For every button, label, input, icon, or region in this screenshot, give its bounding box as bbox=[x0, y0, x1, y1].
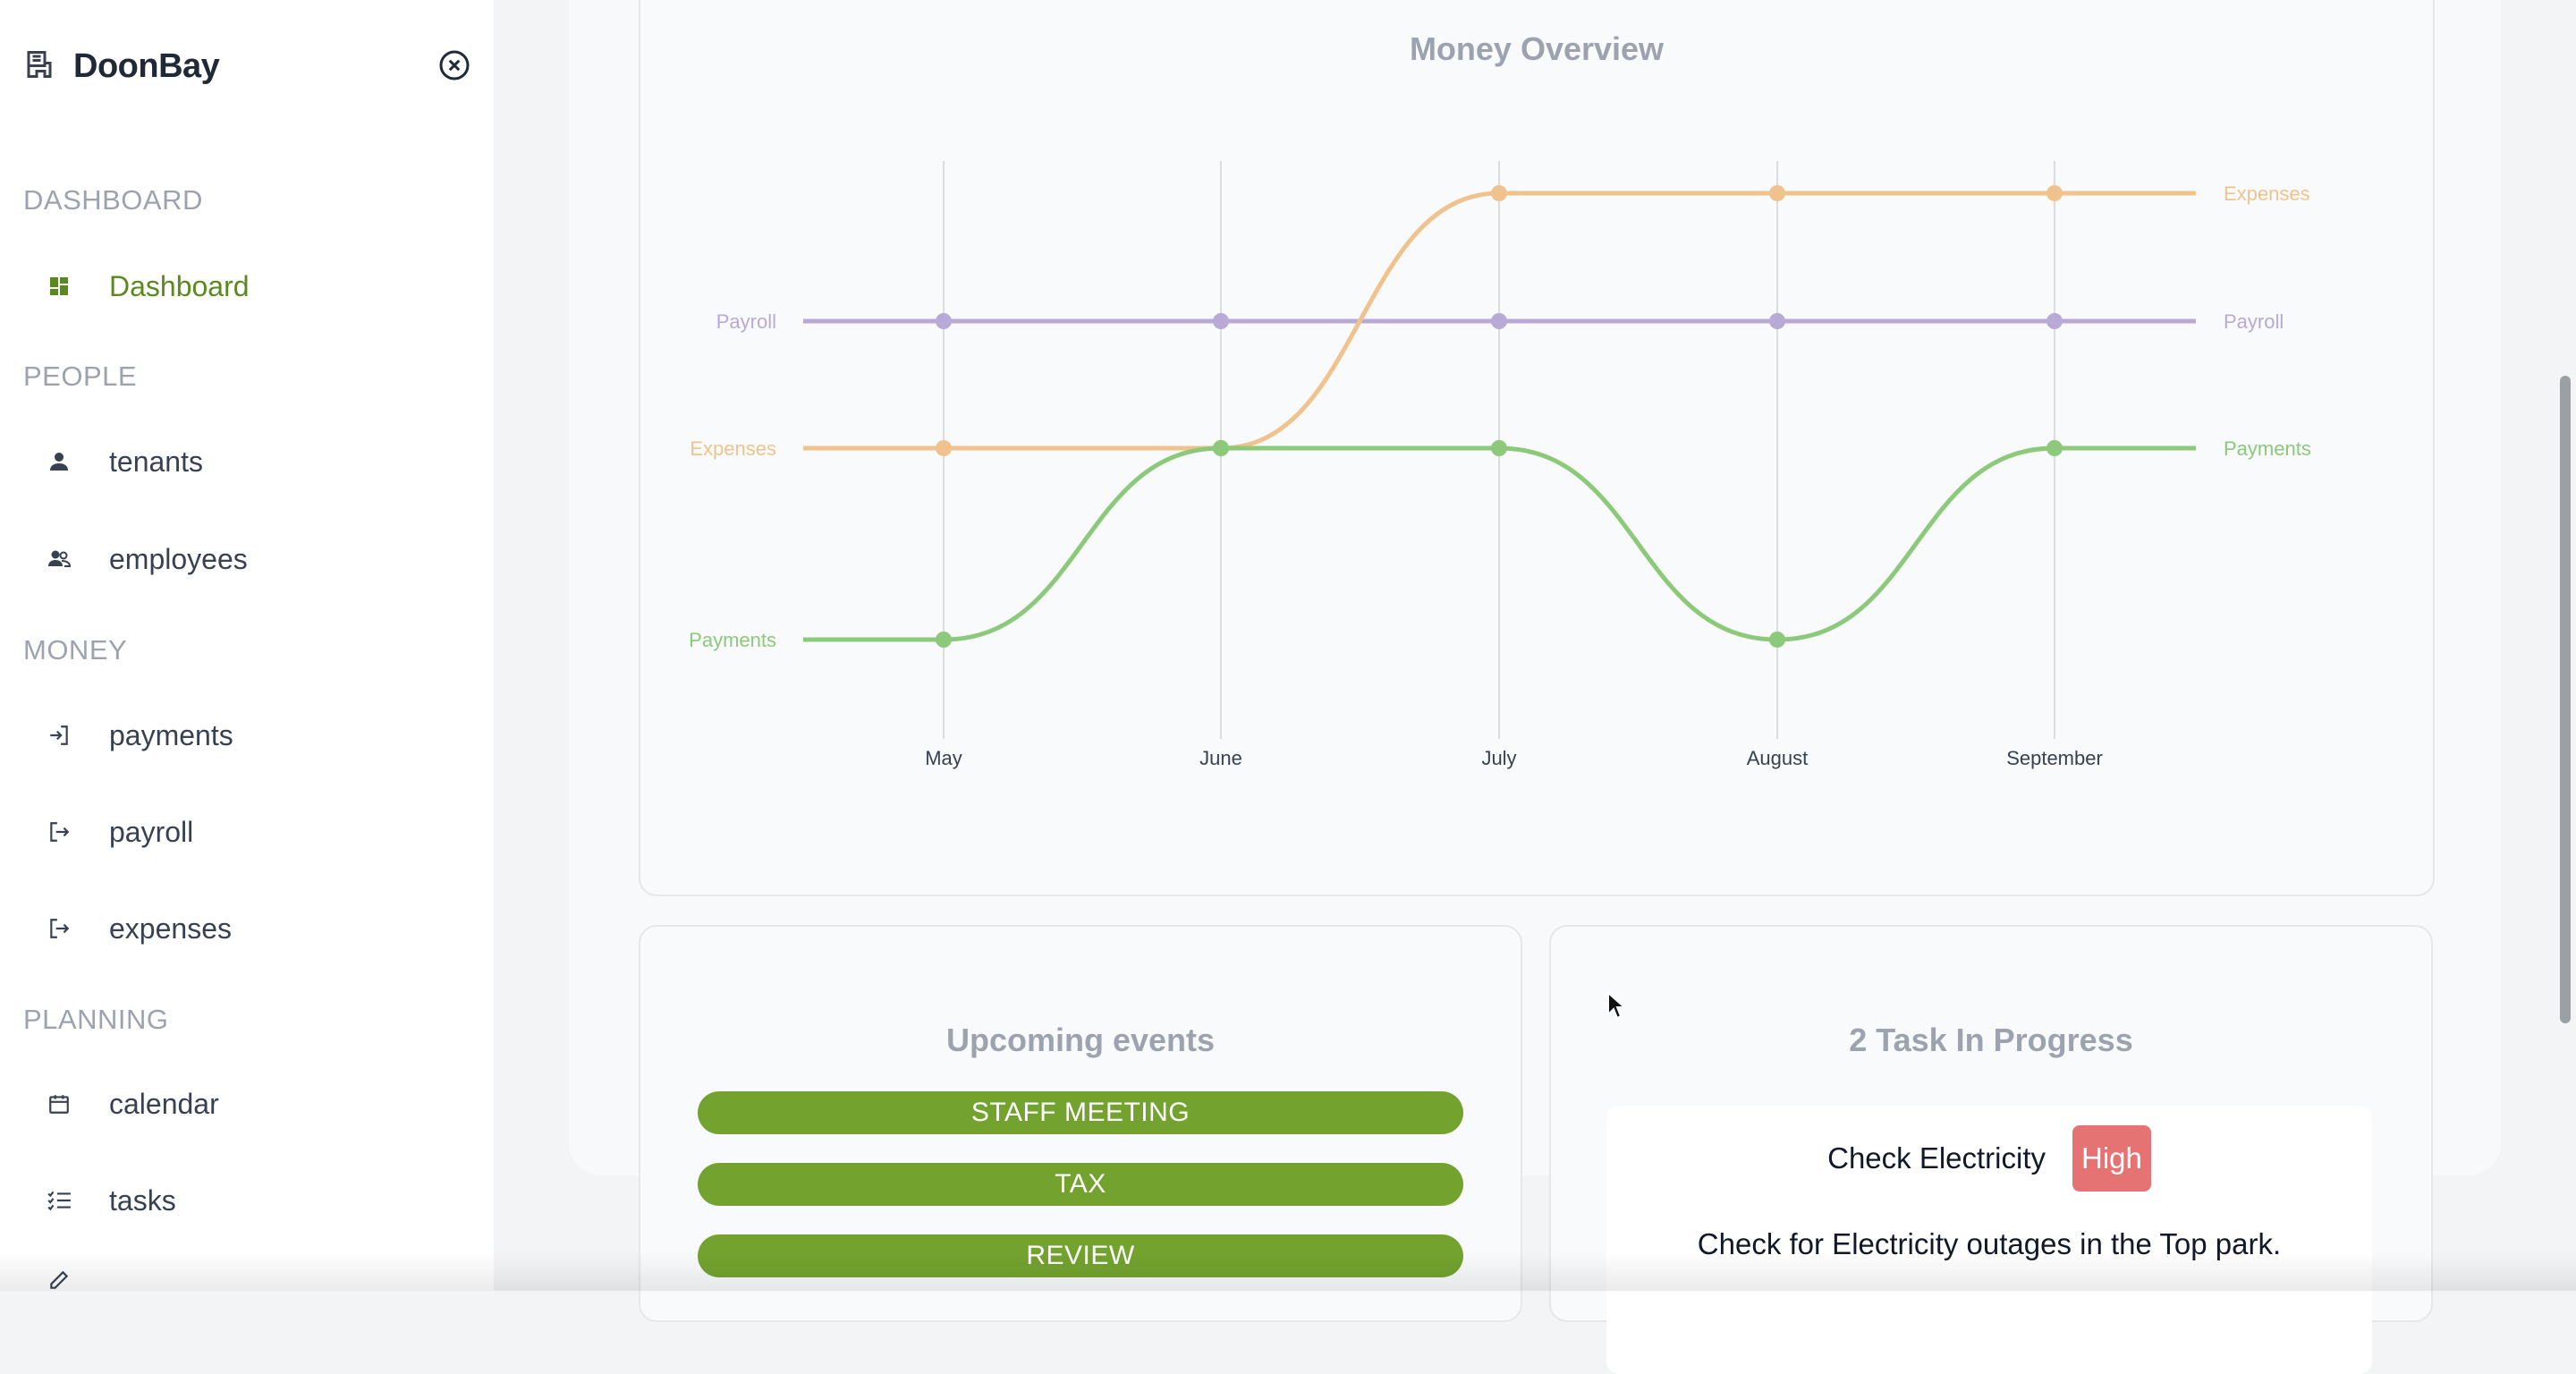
sidebar-item-expenses[interactable]: expenses bbox=[23, 902, 470, 955]
data-point bbox=[2046, 440, 2063, 456]
data-point bbox=[1213, 440, 1229, 456]
x-tick-label: June bbox=[1199, 747, 1242, 769]
people-icon bbox=[41, 541, 77, 577]
login-icon bbox=[41, 717, 77, 753]
logout-icon bbox=[41, 911, 77, 946]
sidebar: DoonBay DASHBOARD Dashboard PEOPLE tenan… bbox=[0, 0, 494, 1291]
person-icon bbox=[41, 444, 77, 479]
scrollbar-thumb[interactable] bbox=[2560, 376, 2571, 1023]
data-point bbox=[936, 632, 952, 648]
data-point bbox=[936, 440, 952, 456]
series-label-right: Payroll bbox=[2224, 310, 2284, 333]
chart-title: Money Overview bbox=[1409, 30, 1665, 67]
tasks-title: 2 Task In Progress bbox=[1849, 1022, 2133, 1058]
task-name: Check Electricity bbox=[1827, 1141, 2046, 1175]
data-point bbox=[1769, 632, 1785, 648]
x-tick-label: August bbox=[1747, 747, 1809, 769]
sidebar-item-label: payments bbox=[109, 718, 233, 751]
sidebar-item-label: employees bbox=[109, 542, 248, 575]
building-icon bbox=[23, 48, 55, 85]
sidebar-item-tasks[interactable]: tasks bbox=[23, 1174, 470, 1227]
logout-icon bbox=[41, 814, 77, 850]
series-label-left: Payments bbox=[689, 629, 776, 651]
sidebar-item-label: payroll bbox=[109, 815, 194, 848]
sidebar-item-label: calendar bbox=[109, 1087, 219, 1120]
series-label-right: Expenses bbox=[2224, 182, 2310, 205]
sidebar-item-calendar[interactable]: calendar bbox=[23, 1077, 470, 1131]
data-point bbox=[1769, 313, 1785, 329]
brand[interactable]: DoonBay bbox=[23, 43, 220, 89]
events-title: Upcoming events bbox=[945, 1022, 1216, 1058]
task-item[interactable]: Check Electricity High Check for Electri… bbox=[1606, 1106, 2372, 1374]
priority-badge: High bbox=[2072, 1125, 2151, 1192]
x-tick-label: May bbox=[925, 747, 962, 769]
series-label-left: Expenses bbox=[690, 437, 776, 460]
section-people: PEOPLE bbox=[23, 360, 138, 392]
section-money: MONEY bbox=[23, 634, 128, 666]
dashboard-icon bbox=[41, 268, 77, 304]
data-point bbox=[936, 313, 952, 329]
data-point bbox=[2046, 313, 2063, 329]
close-circle-icon bbox=[439, 50, 470, 81]
data-point bbox=[1769, 185, 1785, 201]
section-planning: PLANNING bbox=[23, 1004, 169, 1035]
event-tax[interactable]: TAX bbox=[698, 1163, 1463, 1206]
event-staff-meeting[interactable]: STAFF MEETING bbox=[698, 1091, 1463, 1134]
sidebar-item-label: Dashboard bbox=[109, 269, 250, 302]
series-label-right: Payments bbox=[2224, 437, 2311, 460]
sidebar-item-label: tasks bbox=[109, 1183, 176, 1217]
sidebar-item-label: expenses bbox=[109, 912, 232, 945]
sidebar-item-label: tenants bbox=[109, 445, 203, 478]
sidebar-item-dashboard[interactable]: Dashboard bbox=[23, 259, 470, 313]
section-dashboard: DASHBOARD bbox=[23, 184, 203, 216]
data-point bbox=[1491, 440, 1507, 456]
series-label-left: Payroll bbox=[716, 310, 776, 333]
data-point bbox=[1491, 185, 1507, 201]
data-point bbox=[2046, 185, 2063, 201]
bottom-shade bbox=[0, 1252, 2576, 1291]
app-title: DoonBay bbox=[73, 47, 220, 85]
sidebar-item-payments[interactable]: payments bbox=[23, 708, 470, 762]
checklist-icon bbox=[41, 1183, 77, 1218]
calendar-icon bbox=[41, 1086, 77, 1122]
cursor-icon bbox=[1607, 991, 1626, 1020]
sidebar-item-employees[interactable]: employees bbox=[23, 532, 470, 586]
sidebar-item-tenants[interactable]: tenants bbox=[23, 435, 470, 488]
x-tick-label: September bbox=[2006, 747, 2103, 769]
close-sidebar-button[interactable] bbox=[438, 49, 470, 81]
x-tick-label: July bbox=[1481, 747, 1516, 769]
data-point bbox=[1213, 313, 1229, 329]
money-overview-chart: May June July August September Payroll Payroll… bbox=[689, 161, 2311, 769]
data-point bbox=[1491, 313, 1507, 329]
sidebar-item-payroll[interactable]: payroll bbox=[23, 805, 470, 859]
